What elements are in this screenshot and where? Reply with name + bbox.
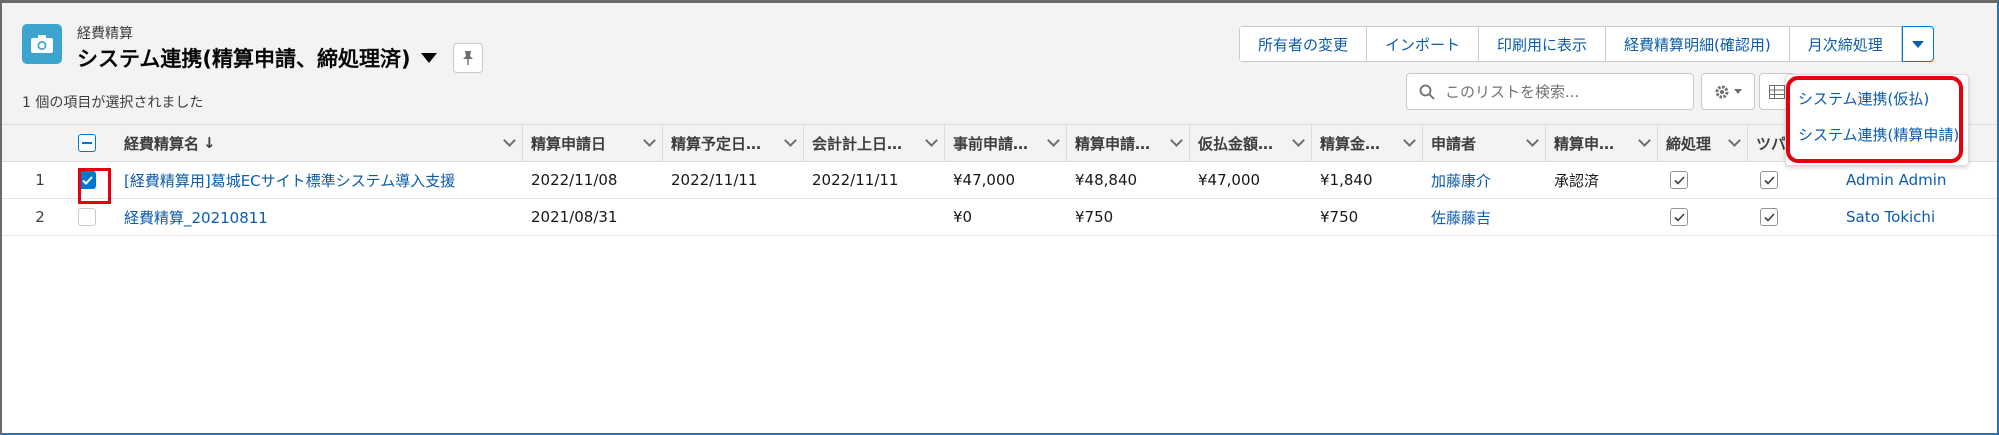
account-date-cell bbox=[804, 199, 945, 235]
chevron-down-icon[interactable] bbox=[1638, 134, 1651, 147]
applicant-link[interactable]: 加藤康介 bbox=[1423, 162, 1546, 198]
column-header-planned-date[interactable]: 精算予定日… bbox=[663, 125, 804, 161]
owner-link[interactable]: Sato Tokichi bbox=[1818, 199, 1997, 235]
check-icon bbox=[1763, 175, 1775, 185]
settle-amount-cell: ¥1,840 bbox=[1320, 171, 1373, 189]
record-name-link[interactable]: [経費精算用]葛城ECサイト標準システム導入支援 bbox=[116, 162, 523, 198]
closing-checkbox-readonly bbox=[1670, 208, 1688, 226]
select-all-cell bbox=[78, 125, 116, 161]
chevron-down-icon[interactable] bbox=[503, 134, 516, 147]
tsupa-cell bbox=[1748, 162, 1818, 198]
change-owner-button[interactable]: 所有者の変更 bbox=[1240, 27, 1368, 61]
account-date-cell: 2022/11/11 bbox=[812, 171, 899, 189]
row-number: 1 bbox=[35, 171, 45, 189]
column-header-name[interactable]: 経費精算名 ↓ bbox=[116, 125, 523, 161]
advance-cell bbox=[1190, 199, 1312, 235]
planned-date-cell: 2022/11/11 bbox=[671, 171, 758, 189]
check-icon bbox=[1763, 212, 1775, 222]
chevron-down-icon bbox=[1911, 40, 1924, 48]
import-button[interactable]: インポート bbox=[1367, 27, 1480, 61]
chevron-down-icon[interactable] bbox=[1170, 134, 1183, 147]
app-frame: 経費精算 システム連携(精算申請、締処理済) 1 個の項目が選択されました 所有… bbox=[0, 0, 1999, 435]
pin-icon bbox=[462, 51, 473, 65]
expense-details-button[interactable]: 経費精算明細(確認用) bbox=[1606, 27, 1790, 61]
selection-count-text: 1 個の項目が選択されました bbox=[22, 95, 204, 111]
sort-arrow-down-icon: ↓ bbox=[203, 134, 216, 152]
column-header-settle-apply[interactable]: 精算申請… bbox=[1067, 125, 1190, 161]
row-select-checkbox[interactable] bbox=[78, 208, 96, 226]
column-header-applicant[interactable]: 申請者 bbox=[1423, 125, 1546, 161]
record-name-link[interactable]: 経費精算_20210811 bbox=[116, 199, 523, 235]
column-header-closing[interactable]: 締処理 bbox=[1658, 125, 1748, 161]
tsupa-cell bbox=[1748, 199, 1818, 235]
table-header-row: 経費精算名 ↓ 精算申請日 精算予定日… 会計計上日… 事前申請… 精算申請… 仮… bbox=[2, 125, 1997, 162]
owner-link[interactable]: Admin Admin bbox=[1818, 162, 1997, 198]
pre-apply-cell: ¥47,000 bbox=[953, 171, 1016, 189]
closing-cell bbox=[1658, 162, 1748, 198]
search-input[interactable] bbox=[1445, 82, 1675, 101]
apply-date-cell: 2022/11/08 bbox=[531, 171, 618, 189]
applicant-link[interactable]: 佐藤藤吉 bbox=[1423, 199, 1546, 235]
table-view-icon bbox=[1769, 84, 1785, 99]
chevron-down-icon[interactable] bbox=[1403, 134, 1416, 147]
list-settings-button[interactable] bbox=[1701, 73, 1755, 110]
list-view-switcher-caret-icon[interactable] bbox=[420, 53, 437, 63]
chevron-down-icon[interactable] bbox=[925, 134, 938, 147]
row-select-cell bbox=[78, 199, 116, 235]
column-header-apply-date[interactable]: 精算申請日 bbox=[523, 125, 663, 161]
chevron-down-icon bbox=[1734, 89, 1742, 94]
list-title-row: システム連携(精算申請、締処理済) bbox=[77, 43, 483, 73]
column-header-pre-apply[interactable]: 事前申請… bbox=[945, 125, 1067, 161]
column-header-settle-amount[interactable]: 精算金… bbox=[1312, 125, 1423, 161]
chevron-down-icon[interactable] bbox=[784, 134, 797, 147]
status-cell: 承認済 bbox=[1554, 171, 1600, 190]
settle-apply-cell: ¥48,840 bbox=[1075, 171, 1138, 189]
row-number-header bbox=[2, 125, 78, 161]
gear-icon bbox=[1715, 85, 1729, 98]
records-table: 経費精算名 ↓ 精算申請日 精算予定日… 会計計上日… 事前申請… 精算申請… 仮… bbox=[2, 125, 1997, 236]
settle-apply-cell: ¥750 bbox=[1075, 208, 1114, 226]
check-icon bbox=[1673, 212, 1685, 222]
highlight-menu-annotation bbox=[1786, 76, 1963, 163]
tsupa-checkbox-readonly bbox=[1760, 208, 1778, 226]
chevron-down-icon[interactable] bbox=[643, 134, 656, 147]
list-search-box bbox=[1406, 73, 1694, 110]
more-actions-button[interactable] bbox=[1901, 26, 1934, 62]
select-all-checkbox[interactable] bbox=[78, 134, 96, 152]
list-view-header: 経費精算 システム連携(精算申請、締処理済) 1 個の項目が選択されました 所有… bbox=[2, 3, 1997, 125]
tsupa-checkbox-readonly bbox=[1760, 171, 1778, 189]
advance-cell: ¥47,000 bbox=[1198, 171, 1261, 189]
table-row: 1 [経費精算用]葛城ECサイト標準システム導入支援 2022/11/08 20… bbox=[2, 162, 1997, 199]
chevron-down-icon[interactable] bbox=[1047, 134, 1060, 147]
printable-view-button[interactable]: 印刷用に表示 bbox=[1479, 27, 1607, 61]
object-label: 経費精算 bbox=[77, 26, 133, 42]
column-header-account-date[interactable]: 会計計上日… bbox=[804, 125, 945, 161]
planned-date-cell bbox=[663, 199, 804, 235]
chevron-down-icon[interactable] bbox=[1526, 134, 1539, 147]
list-view-title[interactable]: システム連携(精算申請、締処理済) bbox=[77, 43, 411, 73]
apply-date-cell: 2021/08/31 bbox=[531, 208, 618, 226]
action-button-group: 所有者の変更 インポート 印刷用に表示 経費精算明細(確認用) 月次締処理 bbox=[1239, 26, 1934, 62]
row-number: 2 bbox=[35, 208, 45, 226]
chevron-down-icon[interactable] bbox=[1728, 134, 1741, 147]
closing-checkbox-readonly bbox=[1670, 171, 1688, 189]
chevron-down-icon[interactable] bbox=[1292, 134, 1305, 147]
search-icon bbox=[1419, 84, 1435, 100]
monthly-closing-button[interactable]: 月次締処理 bbox=[1789, 27, 1902, 61]
pre-apply-cell: ¥0 bbox=[953, 208, 973, 226]
pin-list-button[interactable] bbox=[452, 43, 483, 73]
check-icon bbox=[1673, 175, 1685, 185]
table-row: 2 経費精算_20210811 2021/08/31 ¥0 ¥750 ¥750 … bbox=[2, 199, 1997, 236]
settle-amount-cell: ¥750 bbox=[1320, 208, 1359, 226]
highlight-checkbox-annotation bbox=[78, 168, 111, 204]
camera-icon bbox=[22, 24, 62, 64]
column-header-status[interactable]: 精算申… bbox=[1546, 125, 1658, 161]
column-header-advance[interactable]: 仮払金額… bbox=[1190, 125, 1312, 161]
status-cell bbox=[1546, 199, 1658, 235]
closing-cell bbox=[1658, 199, 1748, 235]
